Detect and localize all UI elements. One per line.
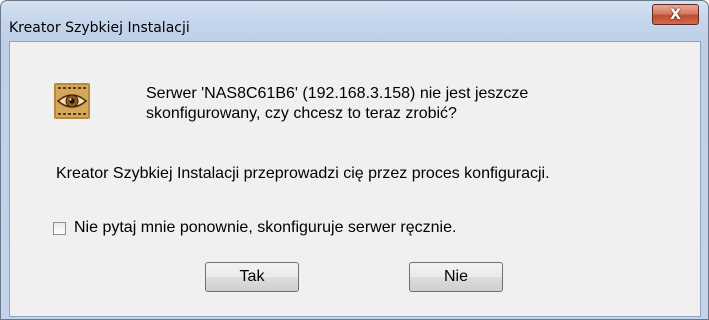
dialog-client-area: Serwer 'NAS8C61B6' (192.168.3.158) nie j…: [9, 41, 701, 317]
info-text: Kreator Szybkiej Instalacji przeprowadzi…: [56, 165, 550, 182]
yes-button[interactable]: Tak: [205, 262, 299, 292]
window-title: Kreator Szybkiej Instalacji: [9, 20, 190, 36]
close-icon: X: [670, 6, 681, 23]
dont-ask-again-checkbox[interactable]: [53, 221, 66, 235]
close-button[interactable]: X: [652, 4, 699, 25]
no-button[interactable]: Nie: [409, 262, 503, 292]
message-line-2: skonfigurowany, czy chcesz to teraz zrob…: [146, 105, 457, 122]
message-line-1: Serwer 'NAS8C61B6' (192.168.3.158) nie j…: [146, 85, 529, 102]
dialog-message: Serwer 'NAS8C61B6' (192.168.3.158) nie j…: [146, 84, 528, 124]
title-bar[interactable]: Kreator Szybkiej Instalacji X: [1, 1, 708, 41]
dialog-window: Kreator Szybkiej Instalacji X Serwer 'NA…: [0, 0, 709, 320]
dont-ask-again-option[interactable]: Nie pytaj mnie ponownie, skonfiguruje se…: [53, 219, 456, 237]
dont-ask-again-label[interactable]: Nie pytaj mnie ponownie, skonfiguruje se…: [74, 219, 456, 237]
eye-scan-icon: [54, 83, 90, 119]
